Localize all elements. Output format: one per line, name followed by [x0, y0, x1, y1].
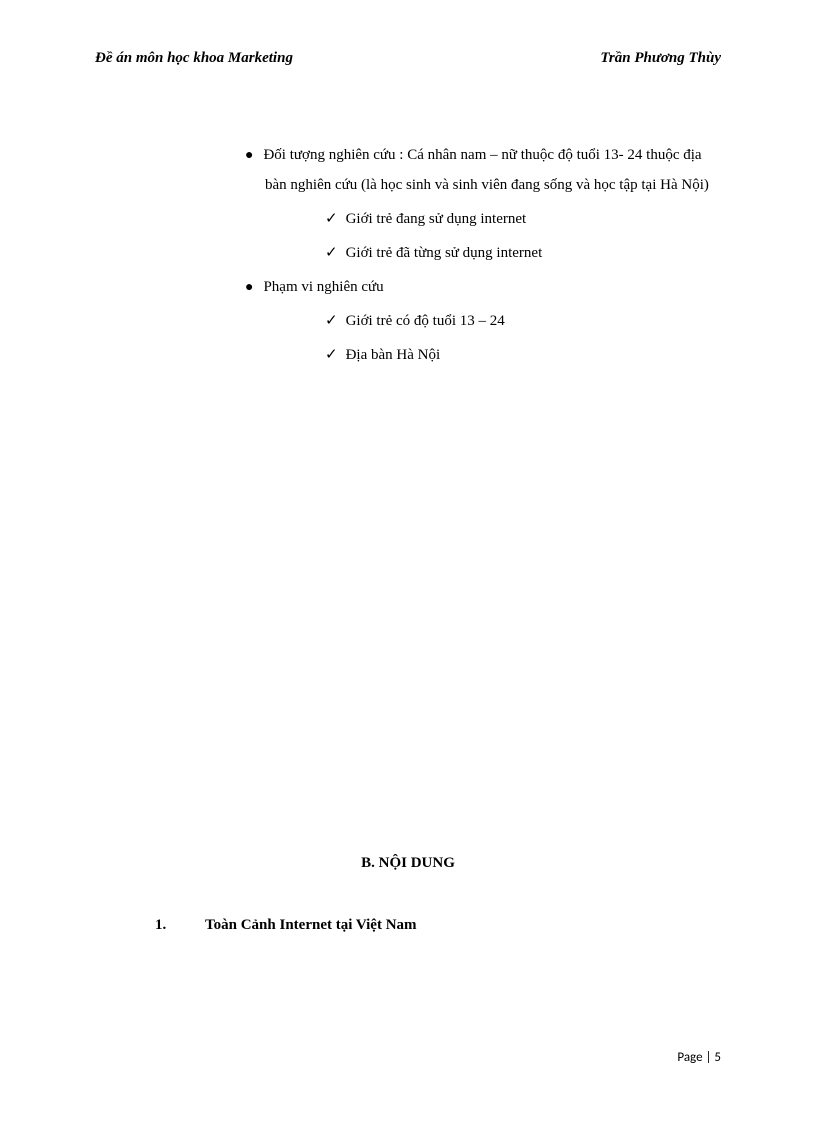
check-text: Giới trẻ đang sử dụng internet — [346, 211, 527, 227]
page-header: Đề án môn học khoa Marketing Trần Phương… — [95, 50, 721, 67]
check-icon: ✓ — [325, 313, 338, 329]
check-item: ✓ Giới trẻ đang sử dụng internet — [325, 204, 721, 234]
check-icon: ✓ — [325, 347, 338, 363]
bullet-text: Phạm vi nghiên cứu — [263, 279, 383, 295]
check-icon: ✓ — [325, 211, 338, 227]
heading-text: Toàn Cảnh Internet tại Việt Nam — [205, 917, 417, 933]
header-left: Đề án môn học khoa Marketing — [95, 50, 293, 67]
bullet-item-1: ● Đối tượng nghiên cứu : Cá nhân nam – nữ… — [245, 140, 721, 200]
numbered-heading: 1.Toàn Cảnh Internet tại Việt Nam — [155, 917, 721, 934]
check-text: Địa bàn Hà Nội — [346, 347, 441, 363]
bullet-item-2: ● Phạm vi nghiên cứu — [245, 272, 721, 302]
check-text: Giới trẻ có độ tuổi 13 – 24 — [346, 313, 505, 329]
check-item: ✓ Giới trẻ đã từng sử dụng internet — [325, 238, 721, 268]
page-footer: Page | 5 — [677, 1050, 721, 1065]
header-right: Trần Phương Thùy — [600, 50, 721, 67]
heading-number: 1. — [155, 917, 205, 934]
page-content: ● Đối tượng nghiên cứu : Cá nhân nam – nữ… — [95, 140, 721, 934]
check-item: ✓ Giới trẻ có độ tuổi 13 – 24 — [325, 306, 721, 336]
bullet-icon: ● — [245, 148, 253, 163]
bullet-text: Đối tượng nghiên cứu : Cá nhân nam – nữ … — [263, 147, 708, 193]
bullet-icon: ● — [245, 280, 253, 295]
check-text: Giới trẻ đã từng sử dụng internet — [346, 245, 543, 261]
section-heading: B. NỘI DUNG — [95, 855, 721, 872]
check-icon: ✓ — [325, 245, 338, 261]
check-item: ✓ Địa bàn Hà Nội — [325, 340, 721, 370]
